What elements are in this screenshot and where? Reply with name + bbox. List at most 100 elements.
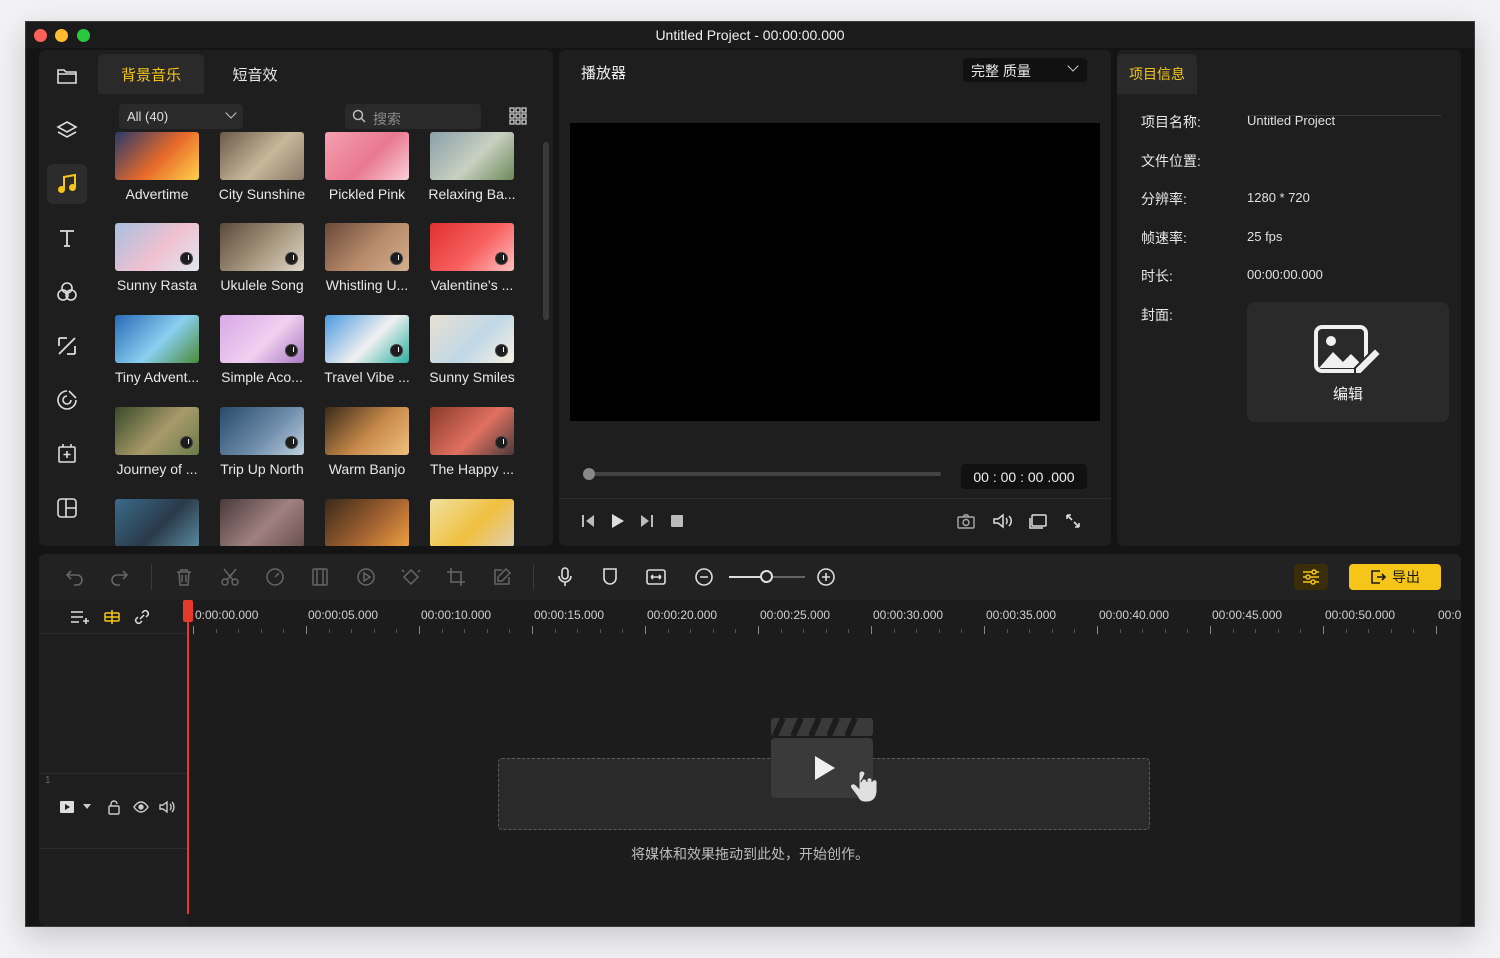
step-back-icon[interactable] (579, 512, 597, 530)
lock-icon[interactable] (107, 799, 121, 815)
media-thumbnail[interactable] (115, 132, 199, 180)
ruler-minor-tick (328, 629, 330, 633)
download-icon[interactable] (390, 252, 403, 265)
fit-timeline-icon[interactable] (645, 566, 667, 588)
aspect-ratio-icon[interactable] (1028, 512, 1048, 530)
media-thumbnail[interactable] (220, 315, 304, 363)
media-thumbnail[interactable] (430, 499, 514, 546)
media-thumbnail[interactable] (325, 499, 409, 546)
zoom-out-icon[interactable] (693, 566, 715, 588)
layers-icon[interactable] (47, 110, 87, 150)
folder-icon[interactable] (47, 56, 87, 96)
split-clip-icon[interactable] (309, 566, 331, 588)
fullscreen-icon[interactable] (1064, 512, 1082, 530)
quality-select[interactable]: 完整 质量 (963, 58, 1087, 82)
download-icon[interactable] (390, 344, 403, 357)
playhead[interactable] (187, 602, 189, 914)
media-thumbnail[interactable] (220, 499, 304, 546)
ruler-time-label: 00:00:30.000 (873, 608, 944, 622)
edit-icon[interactable] (491, 566, 513, 588)
camera-icon[interactable] (956, 512, 976, 530)
step-forward-icon[interactable] (638, 512, 656, 530)
category-filter-select[interactable]: All (40) (119, 104, 243, 129)
media-thumbnail[interactable] (115, 407, 199, 455)
video-track-icon[interactable] (59, 800, 75, 814)
add-track-icon[interactable] (69, 608, 91, 626)
media-thumbnail[interactable] (115, 315, 199, 363)
play-circle-icon[interactable] (355, 566, 377, 588)
link-icon[interactable] (133, 608, 151, 626)
ruler-minor-tick (916, 629, 918, 633)
media-scrollbar[interactable] (543, 142, 549, 320)
media-thumbnail[interactable] (325, 132, 409, 180)
export-button[interactable]: 导出 (1349, 564, 1441, 590)
text-icon[interactable] (47, 218, 87, 258)
sticker-icon[interactable] (47, 380, 87, 420)
info-label-resolution: 分辨率: (1141, 191, 1187, 207)
scrubber-handle[interactable] (583, 468, 595, 480)
media-library-panel: 背景音乐 短音效 All (40) 搜索 Advertime City Sunsh… (95, 50, 553, 546)
shield-icon[interactable] (599, 566, 621, 588)
crop-icon[interactable] (445, 566, 467, 588)
player-title: 播放器 (581, 65, 627, 82)
media-thumbnail[interactable] (430, 407, 514, 455)
timeline-settings-button[interactable] (1294, 564, 1328, 590)
magnet-snap-icon[interactable] (103, 608, 121, 626)
speaker-icon[interactable] (159, 800, 175, 814)
speed-icon[interactable] (264, 566, 286, 588)
download-icon[interactable] (285, 436, 298, 449)
media-item-label: Trip Up North (220, 461, 304, 477)
download-icon[interactable] (180, 252, 193, 265)
media-thumbnail[interactable] (430, 132, 514, 180)
media-thumbnail[interactable] (115, 499, 199, 546)
media-thumbnail[interactable] (220, 132, 304, 180)
media-thumbnail[interactable] (325, 407, 409, 455)
split-layout-icon[interactable] (47, 488, 87, 528)
media-thumbnail[interactable] (325, 315, 409, 363)
keyframe-icon[interactable] (400, 566, 422, 588)
caret-down-icon[interactable] (83, 804, 91, 810)
download-icon[interactable] (495, 344, 508, 357)
quality-value: 完整 质量 (971, 63, 1031, 79)
ruler-minor-tick (509, 629, 511, 633)
tab-background-music[interactable]: 背景音乐 (98, 54, 204, 94)
download-icon[interactable] (285, 344, 298, 357)
media-thumbnail[interactable] (220, 407, 304, 455)
download-icon[interactable] (285, 252, 298, 265)
play-icon[interactable] (608, 512, 626, 530)
media-thumbnail[interactable] (220, 223, 304, 271)
undo-icon[interactable] (63, 566, 85, 588)
time-ruler[interactable]: 0:00:00.000 00:00:05.000 00:00:10.000 00:00… (187, 600, 1461, 634)
download-icon[interactable] (495, 436, 508, 449)
tab-sound-effects[interactable]: 短音效 (207, 54, 303, 94)
tab-project-info[interactable]: 项目信息 (1117, 54, 1197, 94)
microphone-icon[interactable] (554, 566, 576, 588)
scissors-icon[interactable] (219, 566, 241, 588)
music-note-icon[interactable] (47, 164, 87, 204)
download-icon[interactable] (180, 436, 193, 449)
redo-icon[interactable] (109, 566, 131, 588)
zoom-slider[interactable] (729, 570, 805, 583)
grid-view-icon[interactable] (509, 107, 527, 125)
zoom-slider-handle[interactable] (760, 570, 773, 583)
edit-cover-button[interactable]: 编辑 (1247, 302, 1449, 422)
drop-hint-text: 将媒体和效果拖动到此处，开始创作。 (631, 846, 869, 862)
media-thumbnail[interactable] (325, 223, 409, 271)
media-thumbnail[interactable] (115, 223, 199, 271)
volume-icon[interactable] (992, 512, 1014, 530)
transition-icon[interactable] (47, 326, 87, 366)
media-thumbnail[interactable] (430, 223, 514, 271)
playback-scrubber[interactable] (583, 468, 941, 480)
stop-icon[interactable] (668, 512, 686, 530)
preview-viewport[interactable] (570, 123, 1100, 421)
delete-icon[interactable] (173, 566, 195, 588)
playhead-handle[interactable] (183, 600, 193, 622)
search-input[interactable]: 搜索 (345, 104, 481, 129)
ruler-minor-tick (554, 629, 556, 633)
download-icon[interactable] (495, 252, 508, 265)
eye-icon[interactable] (133, 800, 149, 814)
effects-icon[interactable] (47, 272, 87, 312)
add-media-icon[interactable] (47, 434, 87, 474)
zoom-in-icon[interactable] (815, 566, 837, 588)
media-thumbnail[interactable] (430, 315, 514, 363)
